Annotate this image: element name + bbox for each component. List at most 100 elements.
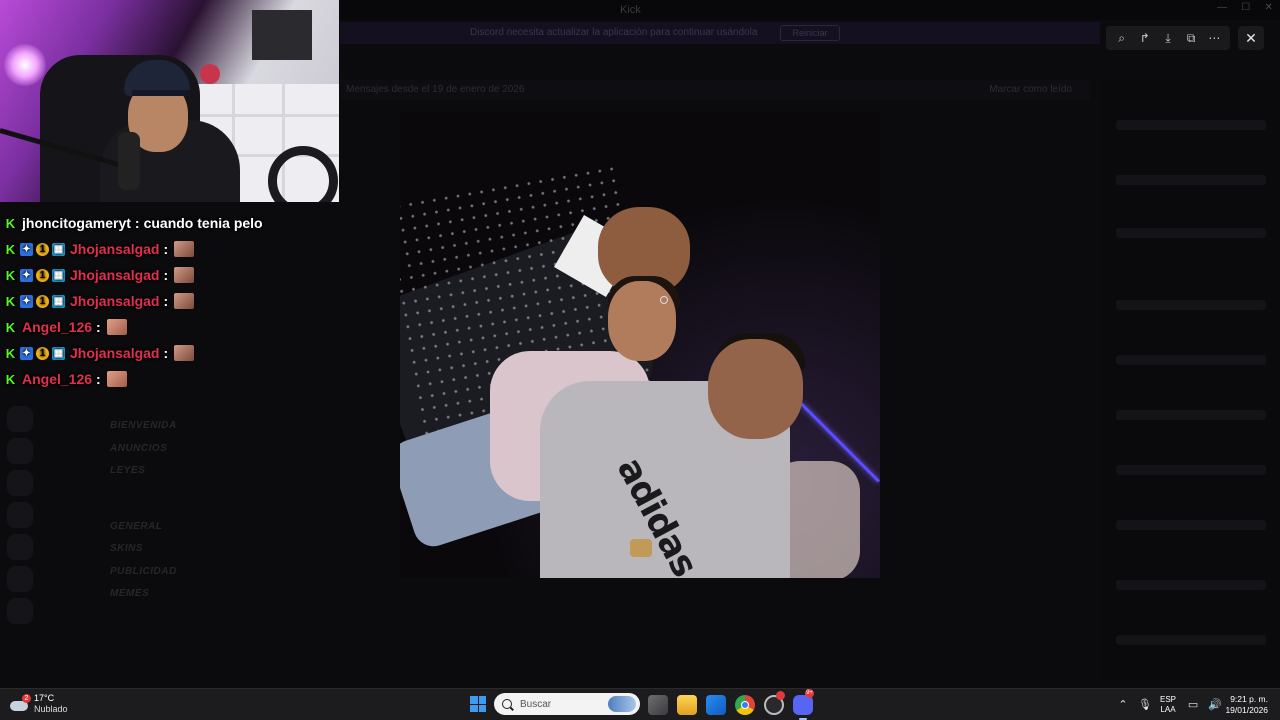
file-explorer-icon[interactable] — [677, 695, 697, 715]
photo-woman-face — [608, 281, 676, 361]
windows-start-icon[interactable] — [470, 696, 486, 712]
language-top: ESP — [1160, 695, 1177, 704]
member-item[interactable] — [1116, 520, 1266, 530]
download-icon[interactable]: ⤓ — [1159, 29, 1177, 47]
member-item[interactable] — [1116, 175, 1266, 185]
mark-read-link[interactable]: Marcar como leído — [989, 84, 1072, 95]
weather-widget[interactable]: 2 17°C Nublado — [10, 693, 68, 715]
chrome-icon[interactable] — [735, 695, 755, 715]
server-icon[interactable] — [7, 598, 33, 624]
channel-item[interactable]: BIENVENIDA — [40, 420, 240, 443]
close-window-icon[interactable]: ✕ — [1264, 2, 1272, 18]
obs-icon[interactable] — [764, 691, 785, 715]
emote-icon — [174, 267, 195, 283]
discord-badge: 9+ — [805, 689, 814, 698]
kick-badge-icon: K — [5, 241, 16, 257]
microphone — [118, 132, 140, 190]
chat-username[interactable]: Jhojansalgad — [70, 293, 159, 309]
zoom-icon[interactable]: ⌕ — [1113, 29, 1131, 47]
member-item[interactable] — [1116, 120, 1266, 130]
chat-message: K Angel_126 : — [4, 366, 334, 392]
language-indicator[interactable]: ESP LAA — [1160, 695, 1176, 715]
cursor-icon — [660, 296, 668, 304]
clock[interactable]: 9:21 p. m. 19/01/2026 — [1222, 694, 1268, 716]
weather-text: 17°C Nublado — [34, 693, 68, 715]
clock-date: 19/01/2026 — [1225, 705, 1268, 715]
update-banner: Discord necesita actualizar la aplicació… — [340, 22, 1100, 44]
member-item[interactable] — [1116, 355, 1266, 365]
mail-icon[interactable] — [706, 695, 726, 715]
channel-list: BIENVENIDA ANUNCIOS LEYES GENERAL SKINS … — [40, 420, 240, 611]
close-icon[interactable]: ✕ — [1238, 26, 1264, 50]
volume-icon[interactable]: 🔊 — [1208, 698, 1222, 712]
member-item[interactable] — [1116, 465, 1266, 475]
weather-badge: 2 — [22, 694, 31, 703]
emote-icon — [174, 293, 195, 309]
member-item[interactable] — [1116, 635, 1266, 645]
member-item[interactable] — [1116, 300, 1266, 310]
channel-item[interactable]: PUBLICIDAD — [40, 566, 240, 589]
search-placeholder: Buscar — [520, 698, 552, 710]
share-icon[interactable]: ↱ — [1136, 29, 1154, 47]
gift-badge-icon: 1 — [36, 294, 49, 308]
open-external-icon[interactable]: ⧉ — [1182, 29, 1200, 47]
chat-message: K ✦ 1 ▦ Jhojansalgad : — [4, 288, 334, 314]
viewer-image[interactable]: adidas — [400, 111, 880, 578]
task-view-icon[interactable] — [648, 695, 668, 715]
subscriber-badge-icon: ✦ — [20, 268, 33, 282]
member-item[interactable] — [1116, 580, 1266, 590]
server-icon[interactable] — [7, 470, 33, 496]
update-banner-button[interactable]: Reiniciar — [780, 25, 840, 41]
server-icon[interactable] — [7, 566, 33, 592]
chat-message: K ✦ 1 ▦ Jhojansalgad : — [4, 236, 334, 262]
chat-username[interactable]: jhoncitogameryt — [22, 215, 131, 231]
kick-badge-icon: K — [5, 345, 16, 361]
more-icon[interactable]: ⋯ — [1205, 29, 1223, 47]
server-icon[interactable] — [7, 534, 33, 560]
channel-item[interactable]: ANUNCIOS — [40, 443, 240, 466]
vip-badge-icon: ▦ — [52, 242, 65, 256]
emote-icon — [106, 371, 127, 387]
kick-badge-icon: K — [5, 371, 16, 387]
taskbar-search[interactable]: Buscar — [494, 693, 640, 715]
vip-badge-icon: ▦ — [52, 294, 65, 308]
chat-separator: : — [163, 293, 169, 309]
weather-condition: Nublado — [34, 704, 68, 714]
channel-item[interactable]: MEMES — [40, 588, 240, 611]
update-banner-text: Discord necesita actualizar la aplicació… — [470, 27, 758, 38]
channel-item[interactable]: SKINS — [40, 543, 240, 566]
chat-username[interactable]: Jhojansalgad — [70, 241, 159, 257]
webcam-overlay — [0, 0, 339, 202]
chat-username[interactable]: Angel_126 — [22, 371, 92, 387]
streamer-cap-brim — [132, 90, 190, 96]
maximize-icon[interactable]: ☐ — [1241, 2, 1250, 18]
microphone-icon[interactable]: 🎙 — [1138, 698, 1152, 712]
minimize-icon[interactable]: — — [1217, 2, 1227, 18]
discord-icon[interactable]: 9+ — [793, 689, 814, 720]
photo-watch — [630, 539, 652, 557]
photo-man2-face — [708, 339, 803, 439]
member-item[interactable] — [1116, 410, 1266, 420]
chat-username[interactable]: Jhojansalgad — [70, 345, 159, 361]
taskbar: 2 17°C Nublado Buscar 9+ ⌃ 🎙 ESP LAA ▭ 🔊… — [0, 688, 1280, 720]
server-icon[interactable] — [7, 438, 33, 464]
network-icon[interactable]: ▭ — [1186, 698, 1200, 712]
gift-badge-icon: 1 — [36, 268, 49, 282]
member-list — [1100, 80, 1280, 680]
viewer-toolbar: ⌕ ↱ ⤓ ⧉ ⋯ — [1106, 26, 1230, 50]
member-item[interactable] — [1116, 228, 1266, 238]
channel-item[interactable]: GENERAL — [40, 521, 240, 544]
server-icon[interactable] — [7, 502, 33, 528]
chat-username[interactable]: Jhojansalgad — [70, 267, 159, 283]
kick-badge-icon: K — [5, 267, 16, 283]
chat-separator: : — [96, 319, 101, 335]
chat-username[interactable]: Angel_126 — [22, 319, 92, 335]
weather-temp: 17°C — [34, 693, 55, 703]
chat-message: K jhoncitogameryt : cuando tenia pelo — [4, 210, 334, 236]
vip-badge-icon: ▦ — [52, 346, 65, 360]
chat-separator: : — [163, 241, 169, 257]
emote-icon — [174, 241, 195, 257]
channel-item[interactable]: LEYES — [40, 465, 240, 488]
chevron-up-icon[interactable]: ⌃ — [1116, 698, 1130, 712]
server-icon[interactable] — [7, 406, 33, 432]
